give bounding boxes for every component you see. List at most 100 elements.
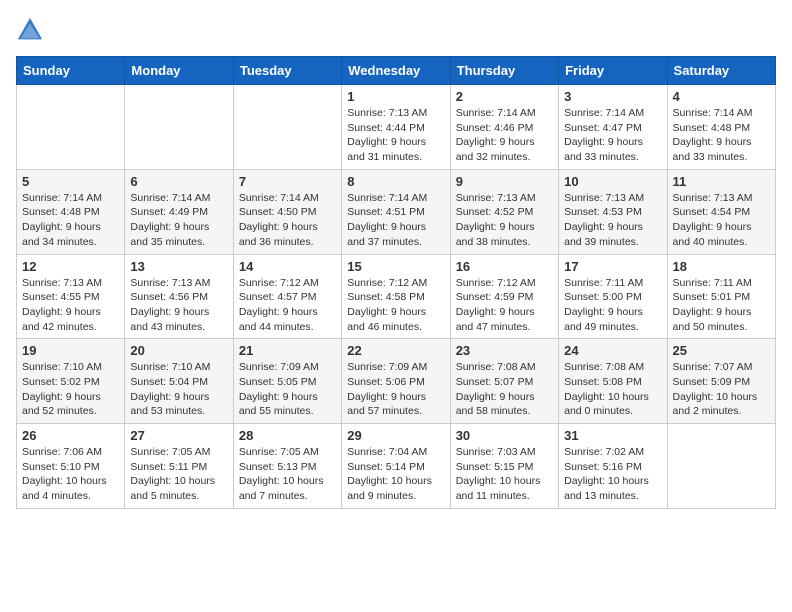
day-info: Sunrise: 7:13 AM Sunset: 4:44 PM Dayligh… — [347, 106, 444, 165]
day-info: Sunrise: 7:14 AM Sunset: 4:48 PM Dayligh… — [22, 191, 119, 250]
day-info: Sunrise: 7:13 AM Sunset: 4:52 PM Dayligh… — [456, 191, 553, 250]
day-info: Sunrise: 7:13 AM Sunset: 4:56 PM Dayligh… — [130, 276, 227, 335]
calendar-day-cell: 7 Sunrise: 7:14 AM Sunset: 4:50 PM Daylig… — [233, 169, 341, 254]
day-number: 19 — [22, 343, 119, 358]
day-number: 25 — [673, 343, 770, 358]
day-info: Sunrise: 7:09 AM Sunset: 5:06 PM Dayligh… — [347, 360, 444, 419]
day-number: 28 — [239, 428, 336, 443]
day-number: 2 — [456, 89, 553, 104]
calendar-day-cell: 2Sunrise: 7:14 AM Sunset: 4:46 PM Daylig… — [450, 85, 558, 170]
day-info: Sunrise: 7:06 AM Sunset: 5:10 PM Dayligh… — [22, 445, 119, 504]
day-info: Sunrise: 7:14 AM Sunset: 4:50 PM Dayligh… — [239, 191, 336, 250]
logo — [16, 16, 48, 44]
day-number: 21 — [239, 343, 336, 358]
day-number: 31 — [564, 428, 661, 443]
col-header-sunday: Sunday — [17, 57, 125, 85]
calendar-day-cell: 5 Sunrise: 7:14 AM Sunset: 4:48 PM Daylig… — [17, 169, 125, 254]
page-header — [16, 16, 776, 44]
day-info: Sunrise: 7:02 AM Sunset: 5:16 PM Dayligh… — [564, 445, 661, 504]
col-header-saturday: Saturday — [667, 57, 775, 85]
calendar-day-cell: 8 Sunrise: 7:14 AM Sunset: 4:51 PM Daylig… — [342, 169, 450, 254]
calendar-day-cell: 30 Sunrise: 7:03 AM Sunset: 5:15 PM Dayli… — [450, 424, 558, 509]
calendar-day-cell: 9 Sunrise: 7:13 AM Sunset: 4:52 PM Daylig… — [450, 169, 558, 254]
day-info: Sunrise: 7:12 AM Sunset: 4:57 PM Dayligh… — [239, 276, 336, 335]
calendar-day-cell: 12 Sunrise: 7:13 AM Sunset: 4:55 PM Dayli… — [17, 254, 125, 339]
calendar-day-cell: 4Sunrise: 7:14 AM Sunset: 4:48 PM Daylig… — [667, 85, 775, 170]
day-info: Sunrise: 7:14 AM Sunset: 4:47 PM Dayligh… — [564, 106, 661, 165]
day-info: Sunrise: 7:11 AM Sunset: 5:00 PM Dayligh… — [564, 276, 661, 335]
day-number: 5 — [22, 174, 119, 189]
day-number: 18 — [673, 259, 770, 274]
day-number: 30 — [456, 428, 553, 443]
day-info: Sunrise: 7:12 AM Sunset: 4:58 PM Dayligh… — [347, 276, 444, 335]
day-info: Sunrise: 7:09 AM Sunset: 5:05 PM Dayligh… — [239, 360, 336, 419]
calendar-day-cell — [17, 85, 125, 170]
day-number: 24 — [564, 343, 661, 358]
logo-icon — [16, 16, 44, 44]
col-header-monday: Monday — [125, 57, 233, 85]
calendar-header-row: SundayMondayTuesdayWednesdayThursdayFrid… — [17, 57, 776, 85]
day-info: Sunrise: 7:14 AM Sunset: 4:49 PM Dayligh… — [130, 191, 227, 250]
calendar-day-cell: 11 Sunrise: 7:13 AM Sunset: 4:54 PM Dayli… — [667, 169, 775, 254]
day-info: Sunrise: 7:13 AM Sunset: 4:53 PM Dayligh… — [564, 191, 661, 250]
calendar-day-cell: 23 Sunrise: 7:08 AM Sunset: 5:07 PM Dayli… — [450, 339, 558, 424]
day-info: Sunrise: 7:14 AM Sunset: 4:51 PM Dayligh… — [347, 191, 444, 250]
day-info: Sunrise: 7:04 AM Sunset: 5:14 PM Dayligh… — [347, 445, 444, 504]
calendar-day-cell: 16 Sunrise: 7:12 AM Sunset: 4:59 PM Dayli… — [450, 254, 558, 339]
day-info: Sunrise: 7:07 AM Sunset: 5:09 PM Dayligh… — [673, 360, 770, 419]
calendar-day-cell: 14 Sunrise: 7:12 AM Sunset: 4:57 PM Dayli… — [233, 254, 341, 339]
calendar-day-cell: 1 Sunrise: 7:13 AM Sunset: 4:44 PM Daylig… — [342, 85, 450, 170]
day-number: 22 — [347, 343, 444, 358]
day-info: Sunrise: 7:10 AM Sunset: 5:02 PM Dayligh… — [22, 360, 119, 419]
day-info: Sunrise: 7:08 AM Sunset: 5:08 PM Dayligh… — [564, 360, 661, 419]
day-number: 7 — [239, 174, 336, 189]
day-number: 9 — [456, 174, 553, 189]
day-info: Sunrise: 7:03 AM Sunset: 5:15 PM Dayligh… — [456, 445, 553, 504]
col-header-friday: Friday — [559, 57, 667, 85]
calendar-day-cell: 15 Sunrise: 7:12 AM Sunset: 4:58 PM Dayli… — [342, 254, 450, 339]
col-header-wednesday: Wednesday — [342, 57, 450, 85]
calendar-day-cell — [125, 85, 233, 170]
calendar-day-cell: 21 Sunrise: 7:09 AM Sunset: 5:05 PM Dayli… — [233, 339, 341, 424]
calendar-day-cell: 26 Sunrise: 7:06 AM Sunset: 5:10 PM Dayli… — [17, 424, 125, 509]
day-number: 29 — [347, 428, 444, 443]
day-number: 8 — [347, 174, 444, 189]
col-header-tuesday: Tuesday — [233, 57, 341, 85]
calendar-day-cell: 29 Sunrise: 7:04 AM Sunset: 5:14 PM Dayli… — [342, 424, 450, 509]
calendar-day-cell: 3Sunrise: 7:14 AM Sunset: 4:47 PM Daylig… — [559, 85, 667, 170]
day-number: 27 — [130, 428, 227, 443]
day-number: 10 — [564, 174, 661, 189]
day-number: 12 — [22, 259, 119, 274]
calendar-day-cell: 27Sunrise: 7:05 AM Sunset: 5:11 PM Dayli… — [125, 424, 233, 509]
calendar-week-row: 5 Sunrise: 7:14 AM Sunset: 4:48 PM Daylig… — [17, 169, 776, 254]
day-info: Sunrise: 7:10 AM Sunset: 5:04 PM Dayligh… — [130, 360, 227, 419]
day-number: 11 — [673, 174, 770, 189]
day-number: 13 — [130, 259, 227, 274]
calendar-day-cell: 25 Sunrise: 7:07 AM Sunset: 5:09 PM Dayli… — [667, 339, 775, 424]
day-number: 14 — [239, 259, 336, 274]
day-info: Sunrise: 7:13 AM Sunset: 4:54 PM Dayligh… — [673, 191, 770, 250]
calendar-day-cell: 20 Sunrise: 7:10 AM Sunset: 5:04 PM Dayli… — [125, 339, 233, 424]
day-info: Sunrise: 7:08 AM Sunset: 5:07 PM Dayligh… — [456, 360, 553, 419]
day-number: 1 — [347, 89, 444, 104]
day-number: 20 — [130, 343, 227, 358]
col-header-thursday: Thursday — [450, 57, 558, 85]
calendar-table: SundayMondayTuesdayWednesdayThursdayFrid… — [16, 56, 776, 509]
day-info: Sunrise: 7:13 AM Sunset: 4:55 PM Dayligh… — [22, 276, 119, 335]
calendar-day-cell: 10 Sunrise: 7:13 AM Sunset: 4:53 PM Dayli… — [559, 169, 667, 254]
day-number: 23 — [456, 343, 553, 358]
calendar-week-row: 1 Sunrise: 7:13 AM Sunset: 4:44 PM Daylig… — [17, 85, 776, 170]
calendar-week-row: 26 Sunrise: 7:06 AM Sunset: 5:10 PM Dayli… — [17, 424, 776, 509]
day-info: Sunrise: 7:14 AM Sunset: 4:48 PM Dayligh… — [673, 106, 770, 165]
calendar-day-cell: 13 Sunrise: 7:13 AM Sunset: 4:56 PM Dayli… — [125, 254, 233, 339]
calendar-day-cell: 18Sunrise: 7:11 AM Sunset: 5:01 PM Dayli… — [667, 254, 775, 339]
day-number: 15 — [347, 259, 444, 274]
day-number: 17 — [564, 259, 661, 274]
calendar-day-cell: 17 Sunrise: 7:11 AM Sunset: 5:00 PM Dayli… — [559, 254, 667, 339]
day-info: Sunrise: 7:12 AM Sunset: 4:59 PM Dayligh… — [456, 276, 553, 335]
day-number: 16 — [456, 259, 553, 274]
calendar-day-cell: 22 Sunrise: 7:09 AM Sunset: 5:06 PM Dayli… — [342, 339, 450, 424]
calendar-day-cell: 19 Sunrise: 7:10 AM Sunset: 5:02 PM Dayli… — [17, 339, 125, 424]
calendar-day-cell: 31 Sunrise: 7:02 AM Sunset: 5:16 PM Dayli… — [559, 424, 667, 509]
day-number: 26 — [22, 428, 119, 443]
